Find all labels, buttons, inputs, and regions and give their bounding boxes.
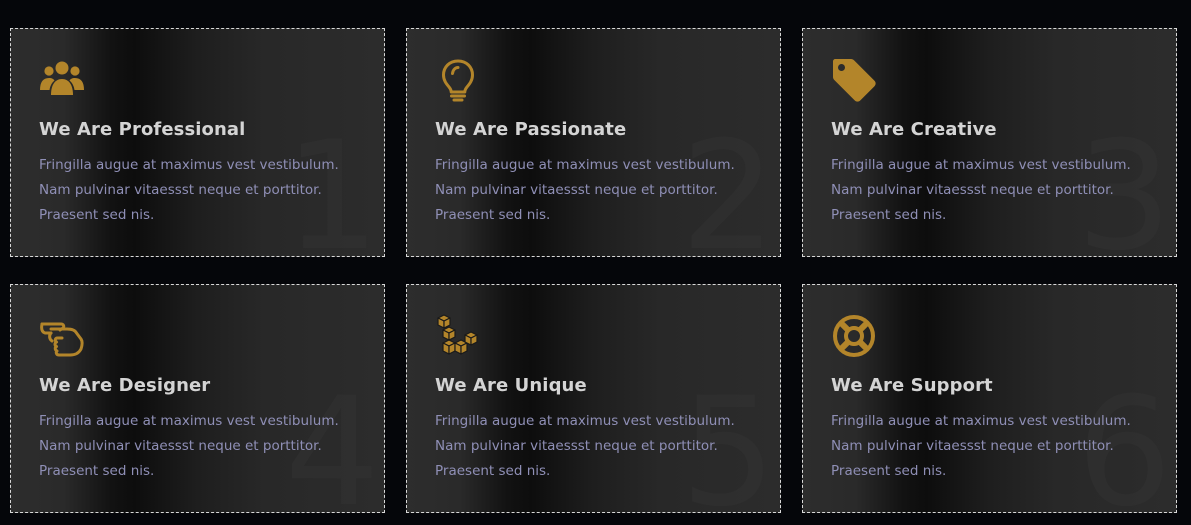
- card-description-line: Nam pulvinar vitaessst neque et porttito…: [435, 182, 718, 198]
- card-title: We Are Professional: [39, 119, 246, 140]
- life-ring-icon: [831, 313, 877, 359]
- card-description-line: Fringilla augue at maximus vest vestibul…: [831, 413, 1131, 429]
- card-description-line: Praesent sed nis.: [831, 207, 947, 223]
- card-description: Fringilla augue at maximus vest vestibul…: [39, 153, 369, 228]
- feature-card-support: 6 We Are Support Fringilla augue at maxi…: [802, 284, 1177, 513]
- features-grid: 1 We Are Professional Fringilla augue at…: [10, 28, 1177, 513]
- card-description-line: Fringilla augue at maximus vest vestibul…: [435, 413, 735, 429]
- card-description-line: Fringilla augue at maximus vest vestibul…: [39, 413, 339, 429]
- card-description-line: Nam pulvinar vitaessst neque et porttito…: [435, 438, 718, 454]
- card-description: Fringilla augue at maximus vest vestibul…: [435, 409, 765, 484]
- card-title: We Are Designer: [39, 375, 211, 396]
- lightbulb-icon: [435, 57, 481, 103]
- cubes-icon: [435, 313, 481, 359]
- card-description-line: Praesent sed nis.: [435, 463, 551, 479]
- card-description-line: Nam pulvinar vitaessst neque et porttito…: [831, 438, 1114, 454]
- card-description: Fringilla augue at maximus vest vestibul…: [435, 153, 765, 228]
- card-description-line: Nam pulvinar vitaessst neque et porttito…: [39, 182, 322, 198]
- card-description-line: Fringilla augue at maximus vest vestibul…: [435, 157, 735, 173]
- card-title: We Are Passionate: [435, 119, 627, 140]
- card-description-line: Praesent sed nis.: [435, 207, 551, 223]
- card-description-line: Fringilla augue at maximus vest vestibul…: [39, 157, 339, 173]
- card-description-line: Praesent sed nis.: [831, 463, 947, 479]
- card-title: We Are Creative: [831, 119, 997, 140]
- card-title: We Are Unique: [435, 375, 587, 396]
- hand-pointing-icon: [39, 313, 85, 359]
- card-description-line: Nam pulvinar vitaessst neque et porttito…: [831, 182, 1114, 198]
- card-description: Fringilla augue at maximus vest vestibul…: [831, 409, 1161, 484]
- card-description: Fringilla augue at maximus vest vestibul…: [831, 153, 1161, 228]
- feature-card-passionate: 2 We Are Passionate Fringilla augue at m…: [406, 28, 781, 257]
- card-description-line: Nam pulvinar vitaessst neque et porttito…: [39, 438, 322, 454]
- feature-card-professional: 1 We Are Professional Fringilla augue at…: [10, 28, 385, 257]
- card-description: Fringilla augue at maximus vest vestibul…: [39, 409, 369, 484]
- users-icon: [39, 57, 85, 103]
- feature-card-unique: 5 We Are Unique Fringilla augue at maxim…: [406, 284, 781, 513]
- feature-card-creative: 3 We Are Creative Fringilla augue at max…: [802, 28, 1177, 257]
- feature-card-designer: 4 We Are Designer Fringilla augue at max…: [10, 284, 385, 513]
- tag-icon: [831, 57, 877, 103]
- card-title: We Are Support: [831, 375, 993, 396]
- card-description-line: Praesent sed nis.: [39, 463, 155, 479]
- card-description-line: Praesent sed nis.: [39, 207, 155, 223]
- card-description-line: Fringilla augue at maximus vest vestibul…: [831, 157, 1131, 173]
